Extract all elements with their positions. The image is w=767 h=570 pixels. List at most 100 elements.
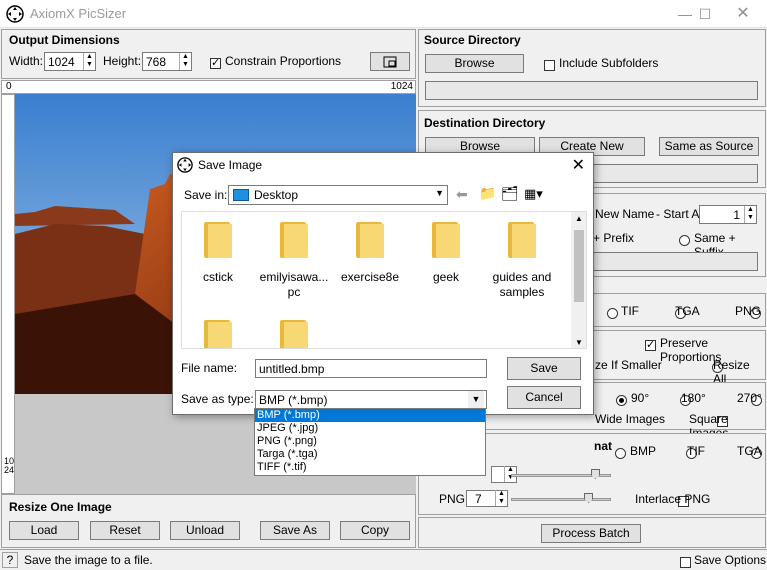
app-icon	[6, 5, 24, 23]
process-panel: Process Batch	[418, 517, 766, 548]
resize-if-smaller-label: ze If Smaller	[595, 358, 662, 372]
process-batch-button[interactable]: Process Batch	[541, 524, 641, 543]
type-option[interactable]: JPEG (*.jpg)	[255, 422, 485, 435]
fit-view-button[interactable]	[370, 52, 410, 71]
source-directory-panel: Source Directory Browse Include Subfolde…	[418, 29, 766, 107]
reset-button[interactable]: Reset	[90, 521, 160, 540]
scroll-down-icon[interactable]: ▼	[575, 338, 583, 347]
save-as-type-label: Save as type:	[181, 392, 254, 406]
height-spinbox[interactable]: 768 ▲ ▼	[142, 52, 192, 71]
start-at-value: 1	[733, 208, 740, 222]
type-option[interactable]: BMP (*.bmp)	[255, 409, 485, 422]
png-level-value: 7	[475, 492, 482, 506]
top-ruler: 0 1024	[1, 80, 416, 94]
height-label: Height:	[103, 54, 142, 68]
dialog-save-button[interactable]: Save	[507, 357, 581, 380]
format-tif-radio[interactable]	[607, 308, 618, 320]
folder-item[interactable]: exercise8e	[330, 270, 410, 285]
source-browse-button[interactable]: Browse	[425, 54, 524, 73]
new-folder-icon[interactable]: 🗂	[501, 185, 519, 202]
save-options-checkbox[interactable]	[680, 557, 691, 569]
constrain-label: Constrain Proportions	[225, 54, 342, 68]
file-list: ▲ ▼ cstick emilyisawa... pc exercise8e g…	[181, 211, 587, 349]
width-value: 1024	[48, 55, 75, 69]
jpg-quality-thumb[interactable]	[591, 469, 600, 479]
folder-item[interactable]: cstick	[182, 270, 258, 285]
dialog-close-button[interactable]: ✕	[572, 155, 585, 175]
same-as-source-button[interactable]: Same as Source	[659, 137, 759, 156]
folder-icon	[356, 222, 384, 258]
constrain-checkbox[interactable]	[210, 56, 221, 70]
unload-button[interactable]: Unload	[170, 521, 240, 540]
save-as-type-dropdown[interactable]: BMP (*.bmp) ▼	[255, 390, 487, 409]
dialog-cancel-button[interactable]: Cancel	[507, 386, 581, 409]
png-level-spin-arrows[interactable]: ▲ ▼	[495, 490, 507, 506]
suffix-field[interactable]	[591, 252, 758, 271]
out-bmp-label: BMP	[630, 444, 657, 458]
format-tga-label: TGA	[675, 304, 700, 318]
start-at-spin-arrows[interactable]: ▲ ▼	[744, 206, 756, 223]
width-spinbox[interactable]: 1024 ▲ ▼	[44, 52, 96, 71]
save-image-dialog: Save Image ✕ Save in: Desktop ▼ ⬅ 📁 🗂 ▦▾…	[172, 152, 594, 415]
scrollbar-thumb[interactable]	[574, 230, 584, 302]
destination-directory-title: Destination Directory	[424, 116, 546, 130]
interlace-png-label: Interlace PNG	[635, 492, 711, 506]
back-arrow-icon[interactable]: ⬅	[456, 186, 468, 203]
type-option[interactable]: Targa (*.tga)	[255, 448, 485, 461]
source-path-field[interactable]	[425, 81, 758, 100]
include-subfolders-checkbox[interactable]	[544, 60, 555, 72]
folder-item[interactable]: geek	[406, 270, 486, 285]
png-level-slider[interactable]	[511, 498, 611, 501]
up-folder-icon[interactable]: 📁	[479, 185, 496, 202]
file-list-scrollbar[interactable]: ▲ ▼	[571, 212, 586, 348]
file-name-label: File name:	[181, 361, 238, 375]
close-button[interactable]: ✕	[728, 4, 758, 24]
load-button[interactable]: Load	[9, 521, 79, 540]
copy-button[interactable]: Copy	[340, 521, 410, 540]
help-button[interactable]: ?	[2, 552, 18, 568]
new-name-label: New Name	[595, 207, 655, 221]
title-bar: AxiomX PicSizer — ☐ ✕	[0, 0, 767, 28]
folder-icon	[508, 222, 536, 258]
window-title: AxiomX PicSizer	[30, 6, 127, 21]
format-tif-label: TIF	[621, 304, 639, 318]
width-spin-arrows[interactable]: ▲ ▼	[83, 53, 95, 70]
folder-item[interactable]: emilyisawa... pc	[254, 270, 334, 300]
resize-one-title: Resize One Image	[9, 500, 112, 514]
scroll-up-icon[interactable]: ▲	[575, 214, 583, 223]
save-in-dropdown[interactable]: Desktop ▼	[228, 185, 448, 205]
height-spin-arrows[interactable]: ▲ ▼	[179, 53, 191, 70]
rotate-180-label: 180°	[681, 391, 706, 405]
chevron-down-icon[interactable]: ▼	[468, 391, 484, 408]
png-level-thumb[interactable]	[584, 493, 593, 503]
rotate-90-radio[interactable]	[616, 395, 627, 407]
folder-icon	[280, 222, 308, 258]
maximize-button[interactable]: ☐	[690, 4, 720, 24]
out-tga-label: TGA	[737, 444, 762, 458]
folder-icon	[432, 222, 460, 258]
resize-one-panel: Resize One Image Load Reset Unload Save …	[1, 494, 416, 548]
status-bar: ? Save the image to a file. Save Options	[0, 549, 767, 570]
start-at-spinbox[interactable]: 1 ▲ ▼	[699, 205, 757, 224]
same-suffix-radio[interactable]	[679, 235, 690, 247]
dialog-title: Save Image	[198, 158, 263, 172]
chevron-down-icon: ▼	[435, 188, 444, 198]
source-directory-title: Source Directory	[424, 33, 521, 47]
type-option[interactable]: PNG (*.png)	[255, 435, 485, 448]
output-dimensions-panel: Output Dimensions Width: 1024 ▲ ▼ Height:…	[1, 29, 416, 79]
save-as-button[interactable]: Save As	[260, 521, 330, 540]
type-option[interactable]: TIFF (*.tif)	[255, 461, 485, 474]
preserve-proportions-checkbox[interactable]	[645, 338, 656, 352]
desktop-icon	[233, 189, 249, 201]
output-dimensions-title: Output Dimensions	[9, 33, 120, 47]
format-png-label: PNG	[735, 304, 762, 318]
png-level-spinbox[interactable]: 7 ▲ ▼	[466, 490, 508, 507]
folder-icon	[280, 320, 308, 348]
view-menu-icon[interactable]: ▦▾	[524, 186, 543, 202]
height-value: 768	[146, 55, 167, 69]
file-name-input[interactable]: untitled.bmp	[255, 359, 487, 378]
prefix-label: + Prefix	[593, 231, 635, 245]
out-bmp-radio[interactable]	[615, 448, 626, 460]
folder-item[interactable]: guides and samples	[482, 270, 562, 300]
left-ruler: 1024	[1, 94, 15, 494]
